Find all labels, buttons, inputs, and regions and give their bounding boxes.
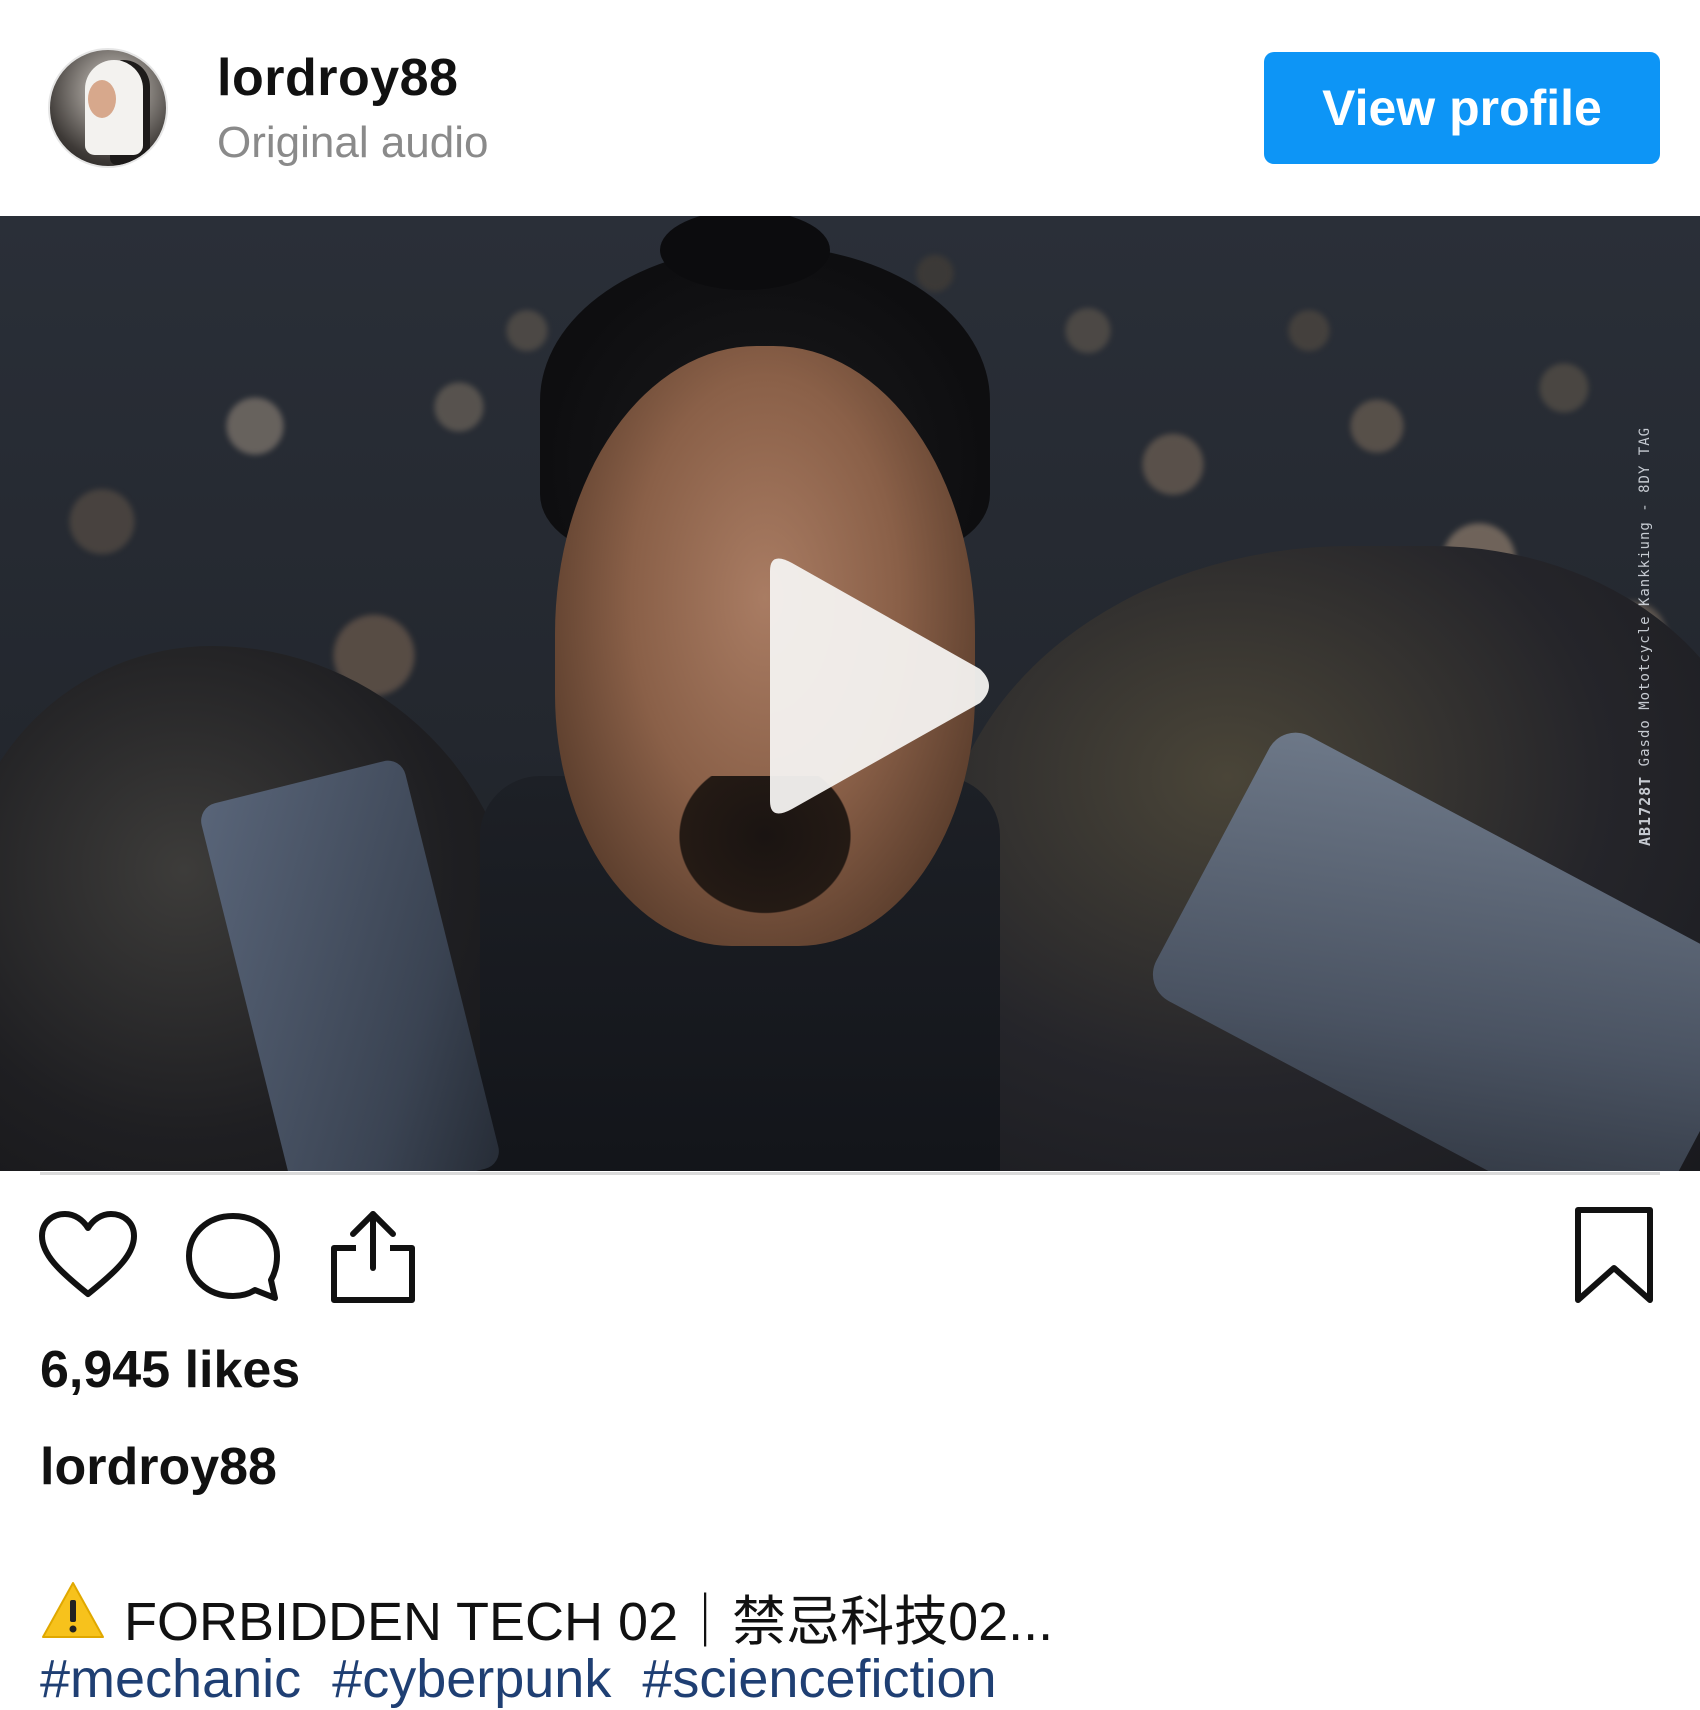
header-username[interactable]: lordroy88	[217, 48, 458, 108]
bookmark-icon	[1575, 1207, 1653, 1303]
share-button[interactable]	[328, 1206, 418, 1306]
action-bar	[0, 1200, 1700, 1310]
caption-title: FORBIDDEN TECH 02｜禁忌科技02...	[124, 1592, 1054, 1652]
hashtag-mechanic[interactable]: #mechanic	[40, 1649, 301, 1709]
caption-username[interactable]: lordroy88	[40, 1437, 277, 1497]
like-button[interactable]	[38, 1210, 138, 1300]
video-side-text: AB1728T Gasdo Mototcycle Kankkiung - 8DY…	[1636, 427, 1666, 846]
video-side-caption: Gasdo Mototcycle Kankkiung - 8DY TAG	[1637, 426, 1653, 767]
view-profile-button[interactable]: View profile	[1264, 52, 1660, 164]
save-button[interactable]	[1572, 1206, 1656, 1306]
comment-icon	[186, 1213, 280, 1301]
video-player[interactable]: AB1728T Gasdo Mototcycle Kankkiung - 8DY…	[0, 216, 1700, 1171]
comment-button[interactable]	[183, 1210, 283, 1305]
warning-icon	[40, 1580, 106, 1653]
caption-title-row: FORBIDDEN TECH 02｜禁忌科技02...	[40, 1577, 1053, 1656]
play-icon	[770, 558, 989, 814]
heart-icon	[39, 1211, 137, 1297]
hashtag-cyberpunk[interactable]: #cyberpunk	[332, 1649, 611, 1709]
video-progress-divider	[40, 1172, 1660, 1175]
hashtag-list: #mechanic #cyberpunk #sciencefiction	[40, 1648, 1013, 1710]
share-icon	[331, 1211, 415, 1303]
play-button[interactable]	[740, 551, 1000, 821]
avatar[interactable]	[48, 48, 168, 168]
video-side-code: AB1728T	[1636, 775, 1654, 846]
post-header: lordroy88 Original audio View profile	[0, 0, 1700, 215]
audio-label[interactable]: Original audio	[217, 118, 489, 168]
likes-count[interactable]: 6,945 likes	[40, 1340, 300, 1400]
hashtag-sciencefiction[interactable]: #sciencefiction	[642, 1649, 996, 1709]
